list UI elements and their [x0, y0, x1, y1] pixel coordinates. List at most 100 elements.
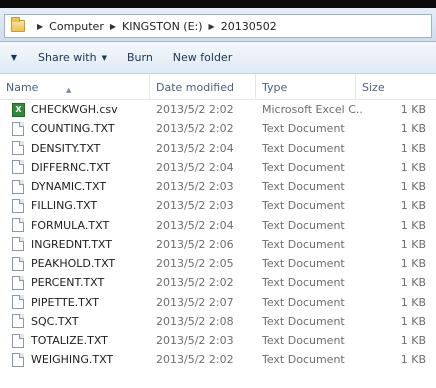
file-type: Text Document	[262, 276, 345, 290]
text-file-icon	[12, 295, 24, 309]
file-name: DYNAMIC.TXT	[31, 180, 107, 193]
file-type: Text Document	[262, 334, 345, 347]
file-row[interactable]: INGREDNT.TXT 2013/5/2 2:06 Text Document 1 …	[0, 235, 436, 254]
file-name: CHECKWGH.csv	[31, 103, 118, 116]
file-row[interactable]: SQC.TXT 2013/5/2 2:08 Text Document 1 KB	[0, 312, 436, 331]
file-size: 1 KB	[400, 353, 426, 367]
file-date: 2013/5/2 2:02	[156, 122, 234, 136]
file-date: 2013/5/2 2:04	[156, 141, 234, 155]
file-date: 2013/5/2 2:02	[156, 353, 234, 367]
breadcrumb-arrow-icon[interactable]: ▶	[110, 22, 116, 31]
address-bar[interactable]: ▶ Computer ▶ KINGSTON (E:) ▶ 20130502	[4, 14, 432, 38]
file-type: Text Document	[262, 180, 345, 193]
file-row[interactable]: FILLING.TXT 2013/5/2 2:03 Text Document 1 K…	[0, 196, 436, 215]
file-row[interactable]: PEAKHOLD.TXT 2013/5/2 2:05 Text Document 1 …	[0, 254, 436, 273]
file-name: COUNTING.TXT	[31, 122, 115, 136]
breadcrumb-arrow-icon[interactable]: ▶	[37, 22, 43, 31]
file-type: Text Document	[262, 218, 345, 232]
file-name-cell[interactable]: FORMULA.TXT	[12, 216, 150, 235]
file-row[interactable]: FORMULA.TXT 2013/5/2 2:04 Text Document 1 K…	[0, 216, 436, 235]
file-date: 2013/5/2 2:04	[156, 218, 234, 232]
file-name-cell[interactable]: FILLING.TXT	[12, 196, 150, 215]
file-name: DIFFERNC.TXT	[31, 160, 111, 174]
file-name-cell[interactable]: X CHECKWGH.csv	[12, 100, 150, 119]
file-row[interactable]: WEIGHING.TXT 2013/5/2 2:02 Text Document 1 …	[0, 350, 436, 369]
file-name: PIPETTE.TXT	[31, 295, 99, 309]
file-type: Text Document	[262, 257, 345, 270]
column-header-size[interactable]: Size	[356, 74, 436, 100]
file-size: 1 KB	[400, 180, 426, 193]
column-header-size-label: Size	[362, 81, 385, 94]
file-name: PEAKHOLD.TXT	[31, 257, 116, 270]
text-file-icon	[12, 237, 24, 252]
address-bar-area: ▶ Computer ▶ KINGSTON (E:) ▶ 20130502	[0, 8, 436, 42]
file-date: 2013/5/2 2:03	[156, 180, 234, 193]
file-row[interactable]: DENSITY.TXT 2013/5/2 2:04 Text Document 1 K…	[0, 139, 436, 158]
organize-dropdown-icon[interactable]: ▼	[0, 53, 28, 62]
column-header-type-label: Type	[262, 81, 288, 94]
burn-button[interactable]: Burn	[117, 47, 163, 69]
file-size: 1 KB	[400, 237, 426, 251]
text-file-icon	[12, 218, 24, 232]
file-name: WEIGHING.TXT	[31, 353, 114, 367]
file-name-cell[interactable]: DYNAMIC.TXT	[12, 177, 150, 196]
file-row[interactable]: PERCENT.TXT 2013/5/2 2:02 Text Document 1 K…	[0, 273, 436, 292]
file-name-cell[interactable]: PIPETTE.TXT	[12, 293, 150, 312]
file-name-cell[interactable]: PERCENT.TXT	[12, 273, 150, 292]
text-file-icon	[12, 275, 24, 290]
file-name-cell[interactable]: TOTALIZE.TXT	[12, 331, 150, 350]
file-type: Text Document	[262, 237, 345, 251]
file-size: 1 KB	[400, 141, 426, 155]
file-name-cell[interactable]: SQC.TXT	[12, 312, 150, 331]
breadcrumb-folder[interactable]: 20130502	[221, 20, 277, 33]
command-bar: ▼ Share with ▼ Burn New folder	[0, 42, 436, 74]
column-header-type[interactable]: Type	[256, 74, 356, 100]
text-file-icon	[12, 352, 24, 367]
text-file-icon	[12, 256, 24, 271]
file-date: 2013/5/2 2:03	[156, 334, 234, 347]
file-type: Text Document	[262, 295, 345, 309]
column-header-name-label: Name	[6, 81, 39, 94]
file-row[interactable]: X CHECKWGH.csv 2013/5/2 2:02 Microsoft Exce…	[0, 100, 436, 119]
file-type: Text Document	[262, 353, 345, 367]
file-size: 1 KB	[400, 103, 426, 116]
file-name-cell[interactable]: INGREDNT.TXT	[12, 235, 150, 254]
file-type: Text Document	[262, 199, 345, 213]
text-file-icon	[12, 314, 24, 329]
file-date: 2013/5/2 2:05	[156, 257, 234, 270]
folder-icon	[11, 17, 25, 32]
file-name-cell[interactable]: PEAKHOLD.TXT	[12, 254, 150, 273]
file-type: Microsoft Excel C...	[262, 103, 362, 116]
file-name: PERCENT.TXT	[31, 276, 105, 290]
file-row[interactable]: TOTALIZE.TXT 2013/5/2 2:03 Text Document 1 …	[0, 331, 436, 350]
file-name-cell[interactable]: COUNTING.TXT	[12, 119, 150, 138]
file-name: DENSITY.TXT	[31, 141, 101, 155]
breadcrumb-drive[interactable]: KINGSTON (E:)	[122, 20, 203, 33]
window-top-edge	[0, 0, 436, 8]
file-name: FILLING.TXT	[31, 199, 98, 213]
file-date: 2013/5/2 2:08	[156, 314, 234, 328]
breadcrumb-arrow-icon[interactable]: ▶	[209, 22, 215, 31]
share-with-button[interactable]: Share with ▼	[28, 47, 117, 69]
file-name: TOTALIZE.TXT	[31, 334, 108, 347]
file-size: 1 KB	[400, 314, 426, 328]
column-header-name[interactable]: ▲ Name	[0, 74, 150, 100]
file-row[interactable]: PIPETTE.TXT 2013/5/2 2:07 Text Document 1 K…	[0, 293, 436, 312]
file-name: SQC.TXT	[31, 314, 79, 328]
file-row[interactable]: DIFFERNC.TXT 2013/5/2 2:04 Text Document 1 …	[0, 158, 436, 177]
file-date: 2013/5/2 2:02	[156, 276, 234, 290]
excel-csv-icon: X	[12, 102, 25, 117]
breadcrumb-computer[interactable]: Computer	[49, 20, 104, 33]
text-file-icon	[12, 121, 24, 136]
file-row[interactable]: COUNTING.TXT 2013/5/2 2:02 Text Document 1 …	[0, 119, 436, 138]
file-type: Text Document	[262, 160, 345, 174]
file-name-cell[interactable]: DENSITY.TXT	[12, 139, 150, 158]
column-header-date[interactable]: Date modified	[150, 74, 256, 100]
file-name-cell[interactable]: DIFFERNC.TXT	[12, 158, 150, 177]
file-date: 2013/5/2 2:02	[156, 103, 234, 116]
new-folder-button[interactable]: New folder	[163, 47, 242, 69]
file-size: 1 KB	[400, 122, 426, 136]
file-row[interactable]: DYNAMIC.TXT 2013/5/2 2:03 Text Document 1 K…	[0, 177, 436, 196]
file-name-cell[interactable]: WEIGHING.TXT	[12, 350, 150, 369]
file-size: 1 KB	[400, 276, 426, 290]
